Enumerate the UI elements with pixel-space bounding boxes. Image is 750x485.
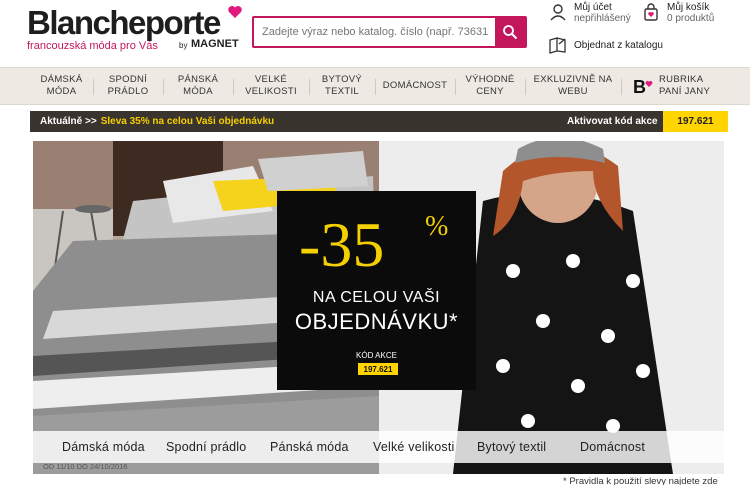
logo-tagline: francouzská móda pro Vás (27, 40, 158, 52)
nav-item-panska-moda[interactable]: PÁNSKÁ MÓDA (163, 68, 233, 104)
nav-item-rubrika-pani-jany[interactable]: B RUBRIKA PANÍ JANY (621, 68, 716, 104)
user-icon (550, 4, 566, 21)
cart-status: 0 produktů (667, 13, 715, 24)
promo-line-1: NA CELOU VAŠI (312, 289, 441, 306)
strip-label-wrap: Aktuálně >> Sleva 35% na celou Vaši objed… (40, 116, 274, 127)
banner-category-bar: Dámská móda Spodní prádlo Pánská móda Ve… (33, 431, 724, 463)
catalog-link-label: Objednat z katalogu (574, 39, 663, 51)
nav-label: RUBRIKA PANÍ JANY (659, 74, 711, 97)
discount-value: -35 (299, 209, 385, 280)
banner-cat-panska-moda[interactable]: Pánská móda (270, 440, 349, 454)
banner-cat-spodni-pradlo[interactable]: Spodní prádlo (166, 440, 246, 454)
nav-label: VELKÉ VELIKOSTI (245, 74, 297, 97)
shopping-bag-icon (644, 3, 658, 21)
discount-promo-box: -35 % NA CELOU VAŠI OBJEDNÁVKU* KÓD AKCE… (277, 191, 476, 390)
logo-wordmark: Blancheporte (27, 4, 221, 41)
banner-cat-velke-velikosti[interactable]: Velké velikosti (373, 440, 455, 454)
promo-dates: OD 11/10 DO 24/10/2016 (43, 462, 128, 471)
page: Blancheporte francouzská móda pro Vás by… (0, 0, 750, 485)
strip-promo-link[interactable]: Sleva 35% na celou Vaši objednávku (101, 116, 274, 127)
nav-label: DÁMSKÁ MÓDA (40, 74, 83, 97)
banner-code-label: KÓD AKCE (356, 351, 397, 360)
hero-banner[interactable]: -35 % NA CELOU VAŠI OBJEDNÁVKU* KÓD AKCE… (33, 141, 724, 474)
nav-label: DOMÁCNOST (382, 80, 448, 91)
banner-code-value: 197.621 (358, 363, 398, 375)
activate-code-link[interactable]: Aktivovat kód akce (567, 116, 658, 127)
nav-item-domacnost[interactable]: DOMÁCNOST (375, 68, 455, 104)
main-nav: DÁMSKÁ MÓDA SPODNÍ PRÁDLO PÁNSKÁ MÓDA VE… (0, 67, 750, 105)
banner-cat-damska-moda[interactable]: Dámská móda (62, 440, 145, 454)
search-icon (503, 25, 518, 40)
magnet-logo: MAGNET (191, 38, 239, 50)
nav-item-damska-moda[interactable]: DÁMSKÁ MÓDA (30, 68, 93, 104)
promo-line-2: OBJEDNÁVKU* (294, 309, 459, 334)
catalog-icon (549, 37, 566, 54)
banner-cat-bytovy-textil[interactable]: Bytový textil (477, 440, 546, 454)
nav-item-velke-velikosti[interactable]: VELKÉ VELIKOSTI (233, 68, 309, 104)
my-cart-link[interactable]: Můj košík 0 produktů (641, 2, 714, 24)
cart-title: Můj košík (667, 2, 710, 13)
percent-sign: % (425, 211, 449, 242)
blancheporte-logo[interactable]: Blancheporte francouzská móda pro Vás by… (27, 4, 247, 52)
nav-label: PÁNSKÁ MÓDA (177, 74, 219, 97)
promo-strip: Aktuálně >> Sleva 35% na celou Vaši objed… (30, 111, 728, 132)
terms-footnote-link[interactable]: * Pravidla k použití slevy najdete zde (563, 476, 718, 485)
nav-label: SPODNÍ PRÁDLO (107, 74, 149, 97)
search-input[interactable] (254, 18, 497, 46)
logo-by: by (179, 41, 188, 50)
order-from-catalog-link[interactable]: Objednat z katalogu (548, 36, 663, 54)
account-title: Můj účet (574, 2, 612, 13)
nav-label: EXKLUZIVNĚ NA WEBU (533, 74, 613, 97)
strip-label: Aktuálně >> (40, 116, 97, 127)
blancheporte-b-icon: B (633, 77, 653, 95)
banner-cat-domacnost[interactable]: Domácnost (580, 440, 645, 454)
promo-code-badge[interactable]: 197.621 (663, 111, 728, 132)
heart-icon (228, 6, 242, 18)
nav-item-exkluzivne-na-webu[interactable]: EXKLUZIVNĚ NA WEBU (525, 68, 621, 104)
search-box (252, 16, 527, 48)
nav-item-vyhodne-ceny[interactable]: VÝHODNÉ CENY (455, 68, 525, 104)
nav-label: BYTOVÝ TEXTIL (321, 74, 363, 97)
search-button[interactable] (495, 18, 525, 46)
svg-text:B: B (633, 77, 646, 95)
nav-item-bytovy-textil[interactable]: BYTOVÝ TEXTIL (309, 68, 375, 104)
nav-item-spodni-pradlo[interactable]: SPODNÍ PRÁDLO (93, 68, 163, 104)
account-status: nepřihlášený (574, 13, 631, 24)
my-account-link[interactable]: Můj účet nepřihlášený (548, 2, 631, 24)
nav-label: VÝHODNÉ CENY (465, 74, 515, 97)
